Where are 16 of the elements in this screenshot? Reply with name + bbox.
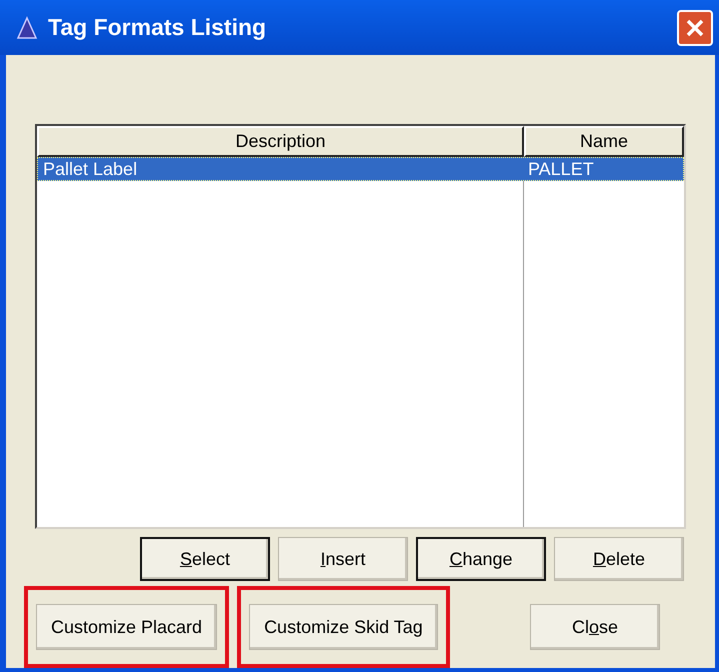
action-button[interactable]: Insert [278,537,408,581]
dialog-button[interactable]: Customize Skid Tag [249,604,438,650]
table-cell-text: Pallet Label [42,158,138,180]
dialog-button[interactable]: Close [530,604,660,650]
window-title: Tag Formats Listing [48,13,268,42]
column-header[interactable]: Description [37,126,524,157]
table-cell-text: PALLET [527,158,595,180]
action-button[interactable]: Select [140,537,270,581]
column-header[interactable]: Name [524,126,684,157]
list-row[interactable]: Pallet Label PALLET [37,157,684,181]
app-icon [14,14,40,40]
action-button[interactable]: Delete [554,537,684,581]
dialog-button[interactable]: Customize Placard [36,604,218,650]
action-button[interactable]: Change [416,537,546,581]
close-button[interactable] [677,10,713,46]
close-icon [685,18,705,38]
